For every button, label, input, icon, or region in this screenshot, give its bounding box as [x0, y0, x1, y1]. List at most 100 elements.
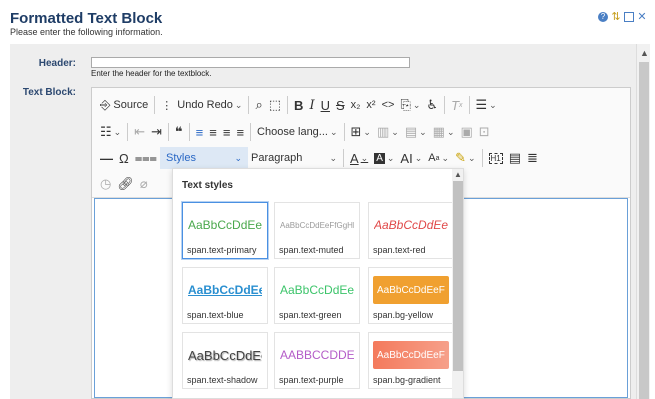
style-tile-text-blue[interactable]: AaBbCcDdEe span.text-blue	[182, 267, 268, 324]
source-button[interactable]: ⎆ Source	[97, 94, 151, 116]
style-tile-text-primary[interactable]: AaBbCcDdEeF span.text-primary	[182, 202, 268, 259]
chevron-down-icon: ⌄	[234, 99, 243, 110]
restricted-editing-icon[interactable]: ≣	[524, 147, 541, 169]
source-icon: ⎆	[100, 97, 111, 112]
align-center-icon[interactable]: ≡	[206, 121, 220, 143]
heading-icon[interactable]: H1	[486, 147, 506, 169]
style-tile-bg-yellow[interactable]: AaBbCcDdEeF span.bg-yellow	[368, 267, 454, 324]
style-caption: span.text-blue	[187, 310, 244, 320]
language-label: Choose lang...	[257, 126, 328, 138]
styles-dropdown-panel: Text styles AaBbCcDdEeF span.text-primar…	[172, 168, 464, 399]
bold-icon[interactable]: B	[291, 94, 306, 116]
chevron-down-icon: ⌄	[329, 152, 337, 163]
scroll-up-icon[interactable]: ▲	[640, 48, 649, 58]
font-color-icon[interactable]: A ⌄	[347, 147, 371, 169]
strikethrough-icon[interactable]: S	[333, 94, 348, 116]
style-preview: AABBCCDDEE	[280, 348, 354, 362]
close-icon[interactable]: ✕	[637, 12, 647, 23]
maximize-icon[interactable]	[624, 12, 634, 22]
style-tile-text-purple[interactable]: AABBCCDDEE span.text-purple	[274, 332, 360, 389]
italic-icon[interactable]: I	[306, 94, 317, 116]
source-label: Source	[113, 99, 149, 111]
horizontal-line-icon[interactable]: —	[97, 147, 116, 169]
textblock-label: Text Block:	[22, 87, 76, 98]
font-family-icon[interactable]: Aa ⌄	[425, 147, 452, 169]
highlight-icon[interactable]: ✎ ⌄	[452, 147, 478, 169]
accessibility-icon[interactable]: ♿	[423, 94, 441, 116]
template-icon[interactable]: ⎘ ⌄	[397, 94, 423, 116]
style-preview: AaBbCcDdEeF	[373, 276, 449, 304]
bulleted-list-icon[interactable]: ☷ ⌄	[97, 121, 124, 143]
chevron-down-icon: ⌄	[234, 152, 242, 163]
style-tile-bg-gradient[interactable]: AaBbCcDdEeF span.bg-gradient	[368, 332, 454, 389]
style-caption: span.bg-gradient	[373, 375, 441, 385]
undo-redo-button[interactable]: ⋮ Undo Redo ⌄	[158, 94, 245, 116]
dropdown-scrollbar-thumb[interactable]	[453, 181, 463, 371]
outdent-icon[interactable]: ⇤	[131, 121, 148, 143]
styles-dropdown[interactable]: Styles ⌄	[159, 147, 248, 169]
select-all-icon[interactable]: ⬚	[266, 94, 284, 116]
style-preview: AaBbCcDdEeF	[280, 283, 354, 297]
underline-icon[interactable]: U	[318, 94, 333, 116]
style-caption: span.text-primary	[187, 245, 257, 255]
find-replace-icon[interactable]: ⌕	[252, 94, 265, 116]
subscript-icon[interactable]: x₂	[348, 94, 364, 116]
line-height-icon[interactable]: ☰ ⌄	[473, 94, 500, 116]
styles-label: Styles	[165, 152, 196, 164]
style-preview: AaBbCcDdEeF	[188, 218, 262, 232]
text-styles-heading: Text styles	[182, 180, 233, 191]
swap-icon[interactable]: ⇅	[611, 12, 621, 23]
align-left-icon[interactable]: ≡	[193, 121, 207, 143]
window-controls: ? ⇅ ✕	[598, 12, 647, 23]
page-title: Formatted Text Block	[10, 10, 163, 27]
scrollbar-thumb[interactable]	[639, 62, 649, 399]
align-right-icon[interactable]: ≡	[220, 121, 234, 143]
blockquote-icon[interactable]: ❝	[172, 121, 186, 143]
page-subtitle: Please enter the following information.	[10, 27, 163, 37]
scroll-up-icon[interactable]: ▲	[454, 170, 462, 179]
unlink-icon[interactable]: ⌀	[137, 173, 151, 195]
align-justify-icon[interactable]: ≡	[233, 121, 247, 143]
style-tile-text-green[interactable]: AaBbCcDdEeF span.text-green	[274, 267, 360, 324]
page-scrollbar[interactable]: ▲	[636, 44, 650, 399]
style-preview: AaBbCcDdEeF	[373, 341, 449, 369]
merge-cells-icon[interactable]: ▦ ⌄	[430, 121, 458, 143]
link-icon[interactable]: 🔗︎	[114, 173, 137, 195]
header-input[interactable]	[91, 57, 410, 68]
style-caption: span.text-green	[279, 310, 342, 320]
table-column-icon[interactable]: ▥ ⌄	[374, 121, 402, 143]
undo-redo-label: Undo Redo	[177, 99, 233, 111]
remove-format-icon[interactable]: Tx	[448, 94, 465, 116]
table-properties-icon[interactable]: ▣	[458, 121, 476, 143]
style-caption: span.text-purple	[279, 375, 344, 385]
style-preview: AaBbCcDdEeFfGgHh	[280, 220, 354, 230]
paragraph-dropdown[interactable]: Paragraph ⌄	[248, 147, 340, 169]
clock-icon[interactable]: ◷	[97, 173, 114, 195]
style-tile-text-red[interactable]: AaBbCcDdEeF span.text-red	[368, 202, 454, 259]
style-tile-text-muted[interactable]: AaBbCcDdEeFfGgHh span.text-muted	[274, 202, 360, 259]
special-characters-icon[interactable]: Ω	[116, 147, 132, 169]
header-label: Header:	[38, 58, 76, 69]
style-caption: span.bg-yellow	[373, 310, 434, 320]
style-tile-text-shadow[interactable]: AaBbCcDdEe span.text-shadow	[182, 332, 268, 389]
header-hint: Enter the header for the textblock.	[91, 69, 212, 78]
background-color-icon[interactable]: A ⌄	[371, 147, 397, 169]
code-icon[interactable]: <>	[379, 94, 398, 116]
superscript-icon[interactable]: x²	[363, 94, 378, 116]
language-dropdown[interactable]: Choose lang... ⌄	[254, 121, 340, 143]
table-row-icon[interactable]: ▤ ⌄	[402, 121, 430, 143]
cell-properties-icon[interactable]: ⊡	[476, 121, 493, 143]
style-preview: AaBbCcDdEe	[188, 347, 262, 363]
style-caption: span.text-red	[373, 245, 426, 255]
page-break-icon[interactable]: ⩶	[132, 147, 160, 169]
more-icon: ⋮	[161, 99, 173, 112]
style-caption: span.text-muted	[279, 245, 344, 255]
indent-icon[interactable]: ⇥	[148, 121, 165, 143]
show-blocks-icon[interactable]: ▤	[506, 147, 524, 169]
help-icon[interactable]: ?	[598, 12, 608, 22]
style-preview: AaBbCcDdEeF	[374, 218, 448, 232]
font-size-icon[interactable]: AI ⌄	[397, 147, 425, 169]
table-icon[interactable]: ⊞ ⌄	[348, 121, 374, 143]
dropdown-scrollbar[interactable]: ▲	[452, 169, 463, 398]
paragraph-label: Paragraph	[250, 152, 303, 164]
